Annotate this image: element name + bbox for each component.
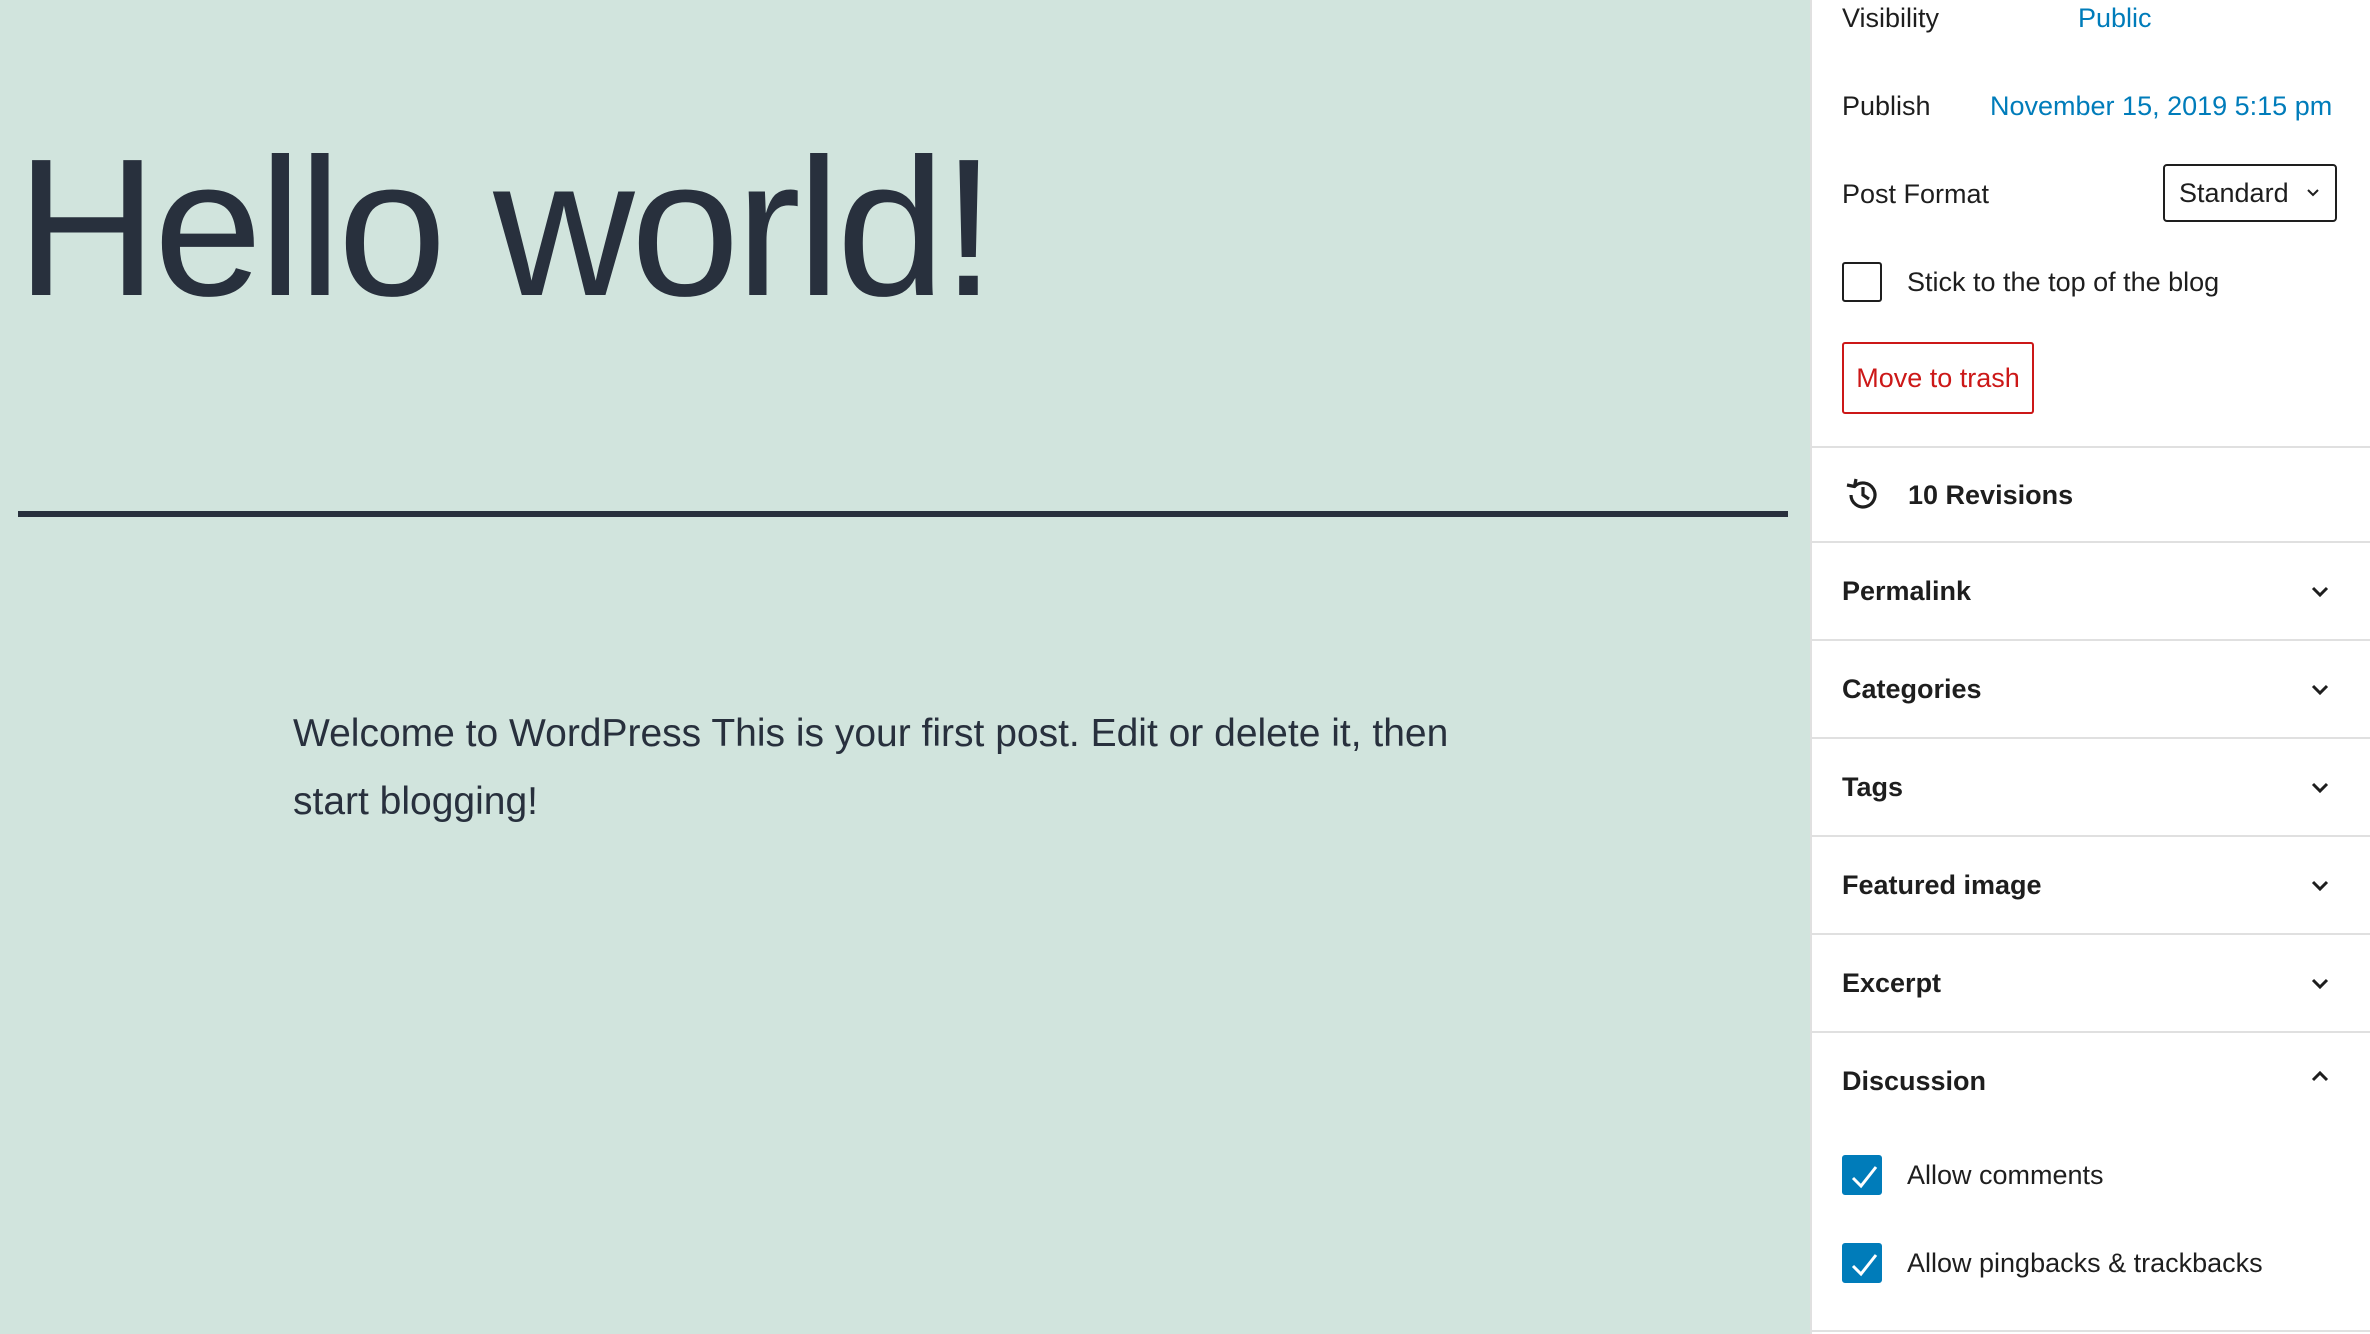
sticky-checkbox[interactable] (1842, 262, 1882, 302)
revisions-link[interactable]: 10 Revisions (1812, 448, 2370, 542)
panel-title: Excerpt (1842, 968, 1942, 998)
categories-panel-toggle[interactable]: Categories (1812, 641, 2370, 737)
post-title[interactable]: Hello world! (16, 130, 996, 326)
permalink-panel-toggle[interactable]: Permalink (1812, 543, 2370, 639)
visibility-label: Visibility (1842, 3, 1940, 33)
chevron-down-icon (2311, 684, 2329, 696)
post-format-select[interactable]: Standard (2163, 164, 2337, 222)
panel-title: Featured image (1842, 870, 2042, 900)
publish-label: Publish (1842, 91, 1931, 121)
allow-comments-label: Allow comments (1907, 1160, 2104, 1190)
divider (1812, 1330, 2370, 1332)
publish-date-toggle[interactable]: November 15, 2019 5:15 pm (1990, 91, 2332, 122)
revisions-label: 10 Revisions (1908, 480, 2074, 510)
chevron-down-icon (2307, 189, 2319, 197)
chevron-down-icon (2311, 978, 2329, 990)
post-format-selected-value: Standard (2179, 177, 2289, 208)
allow-pingbacks-label: Allow pingbacks & trackbacks (1907, 1248, 2263, 1278)
move-to-trash-button[interactable]: Move to trash (1842, 342, 2034, 414)
history-icon (1846, 478, 1877, 509)
sticky-label: Stick to the top of the blog (1907, 267, 2220, 297)
chevron-down-icon (2311, 782, 2329, 794)
featured-image-panel-toggle[interactable]: Featured image (1812, 837, 2370, 933)
discussion-panel-toggle[interactable]: Discussion (1812, 1033, 2370, 1129)
visibility-toggle[interactable]: Public (2078, 3, 2152, 34)
paragraph-block[interactable]: Welcome to WordPress This is your first … (293, 700, 1493, 836)
panel-title: Tags (1842, 772, 1904, 802)
editor-canvas: Hello world! Welcome to WordPress This i… (0, 0, 1810, 1334)
tags-panel-toggle[interactable]: Tags (1812, 739, 2370, 835)
panel-title: Permalink (1842, 576, 1972, 606)
checkmark-icon (1851, 1166, 1878, 1189)
post-format-label: Post Format (1842, 179, 1990, 209)
allow-comments-checkbox[interactable] (1842, 1155, 1882, 1195)
chevron-down-icon (2311, 880, 2329, 892)
separator-block[interactable] (18, 511, 1788, 517)
panel-title: Categories (1842, 674, 1982, 704)
checkmark-icon (1851, 1254, 1878, 1277)
block-editor: Hello world! Welcome to WordPress This i… (0, 0, 2370, 1334)
excerpt-panel-toggle[interactable]: Excerpt (1812, 935, 2370, 1031)
panel-title: Discussion (1842, 1066, 1987, 1096)
allow-pingbacks-checkbox[interactable] (1842, 1243, 1882, 1283)
chevron-up-icon (2311, 1070, 2329, 1082)
settings-sidebar: Visibility Public Publish November 15, 2… (1810, 0, 2370, 1334)
chevron-down-icon (2311, 586, 2329, 598)
